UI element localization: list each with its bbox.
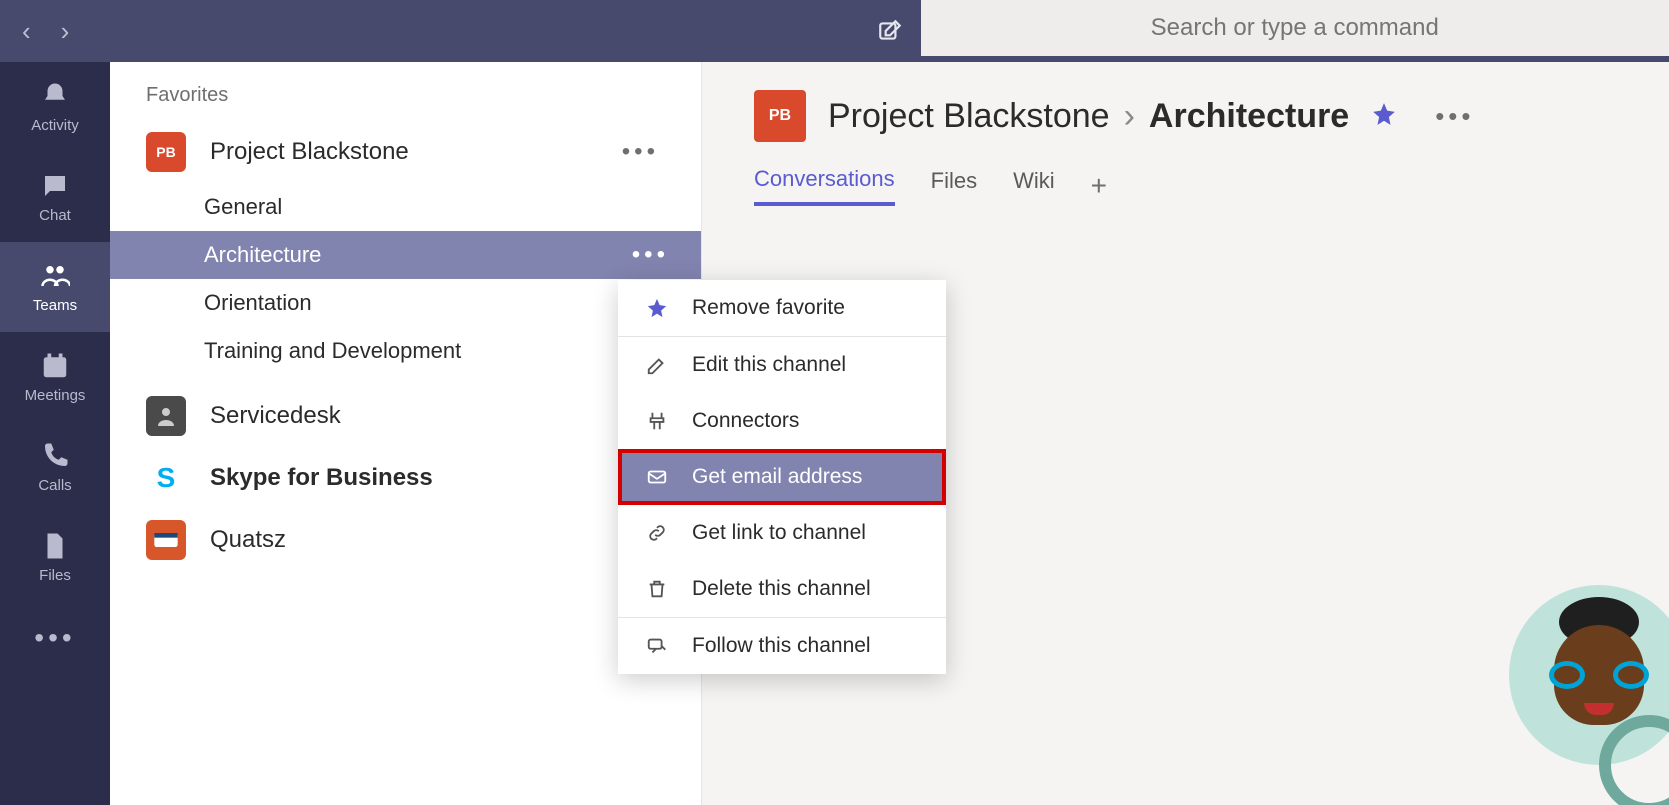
team-more-icon[interactable]: ••• <box>622 138 659 166</box>
menu-label: Edit this channel <box>692 353 846 377</box>
rail-item-meetings[interactable]: Meetings <box>0 332 110 422</box>
menu-label: Connectors <box>692 409 799 433</box>
channel-general[interactable]: General <box>110 183 701 231</box>
menu-label: Delete this channel <box>692 577 871 601</box>
breadcrumb-project[interactable]: Project Blackstone <box>828 97 1110 136</box>
team-name: Project Blackstone <box>210 138 409 166</box>
rail-label: Meetings <box>25 387 86 404</box>
rail-label: Chat <box>39 207 71 224</box>
rail-item-chat[interactable]: Chat <box>0 152 110 242</box>
menu-label: Get email address <box>692 465 862 489</box>
channel-label: Orientation <box>204 290 312 316</box>
nav-arrows: ‹ › <box>0 16 110 47</box>
back-icon[interactable]: ‹ <box>22 16 31 47</box>
menu-label: Get link to channel <box>692 521 866 545</box>
team-row-blackstone[interactable]: PB Project Blackstone ••• <box>110 121 701 183</box>
team-name: Skype for Business <box>210 464 433 492</box>
menu-label: Follow this channel <box>692 634 871 658</box>
channel-training[interactable]: Training and Development <box>110 327 701 375</box>
team-avatar <box>146 396 186 436</box>
favorite-star-icon[interactable] <box>1371 101 1397 132</box>
channel-label: Architecture <box>204 242 321 268</box>
team-avatar: S <box>146 458 186 498</box>
channel-more-icon[interactable]: ••• <box>632 241 669 269</box>
compose-icon[interactable] <box>859 18 921 44</box>
menu-get-link[interactable]: Get link to channel <box>618 505 946 561</box>
search-input[interactable] <box>921 0 1669 56</box>
search-wrap <box>921 0 1669 62</box>
top-bar: ‹ › <box>0 0 1669 62</box>
team-row-quatsz[interactable]: Quatsz <box>110 509 701 571</box>
channel-architecture[interactable]: Architecture ••• <box>110 231 701 279</box>
team-row-servicedesk[interactable]: Servicedesk <box>110 385 701 447</box>
channel-label: General <box>204 194 282 220</box>
rail-item-calls[interactable]: Calls <box>0 422 110 512</box>
channel-label: Training and Development <box>204 338 461 364</box>
tab-row: Conversations Files Wiki + <box>702 142 1669 206</box>
rail-item-files[interactable]: Files <box>0 512 110 602</box>
menu-delete-channel[interactable]: Delete this channel <box>618 561 946 617</box>
team-avatar: PB <box>146 132 186 172</box>
team-name: Servicedesk <box>210 402 341 430</box>
menu-follow-channel[interactable]: Follow this channel <box>618 618 946 674</box>
tab-conversations[interactable]: Conversations <box>754 166 895 206</box>
rail-label: Activity <box>31 117 79 134</box>
header-avatar: PB <box>754 90 806 142</box>
breadcrumb-channel: Architecture <box>1149 97 1349 136</box>
rail-label: Teams <box>33 297 77 314</box>
menu-remove-favorite[interactable]: Remove favorite <box>618 280 946 336</box>
breadcrumb-separator-icon: › <box>1124 97 1135 136</box>
tab-wiki[interactable]: Wiki <box>1013 168 1055 204</box>
channel-orientation[interactable]: Orientation <box>110 279 701 327</box>
rail-item-activity[interactable]: Activity <box>0 62 110 152</box>
rail-item-teams[interactable]: Teams <box>0 242 110 332</box>
rail-label: Calls <box>38 477 71 494</box>
menu-label: Remove favorite <box>692 296 845 320</box>
channel-context-menu: Remove favorite Edit this channel Connec… <box>618 280 946 674</box>
menu-connectors[interactable]: Connectors <box>618 393 946 449</box>
team-row-skype[interactable]: S Skype for Business <box>110 447 701 509</box>
rail-more-icon[interactable]: ••• <box>34 622 75 654</box>
magnifier-icon <box>1579 715 1669 805</box>
menu-edit-channel[interactable]: Edit this channel <box>618 337 946 393</box>
menu-get-email[interactable]: Get email address <box>618 449 946 505</box>
favorites-heading: Favorites <box>110 62 701 121</box>
team-avatar <box>146 520 186 560</box>
breadcrumb: Project Blackstone › Architecture <box>828 97 1349 136</box>
main: Activity Chat Teams Meetings Calls Files… <box>0 62 1669 805</box>
add-tab-icon[interactable]: + <box>1091 170 1107 202</box>
header-more-icon[interactable]: ••• <box>1435 101 1474 132</box>
rail-label: Files <box>39 567 71 584</box>
team-name: Quatsz <box>210 526 286 554</box>
forward-icon[interactable]: › <box>61 16 70 47</box>
tab-files[interactable]: Files <box>931 168 977 204</box>
channel-header: PB Project Blackstone › Architecture ••• <box>702 62 1669 142</box>
teams-sidebar: Favorites PB Project Blackstone ••• Gene… <box>110 62 702 805</box>
app-rail: Activity Chat Teams Meetings Calls Files… <box>0 62 110 805</box>
